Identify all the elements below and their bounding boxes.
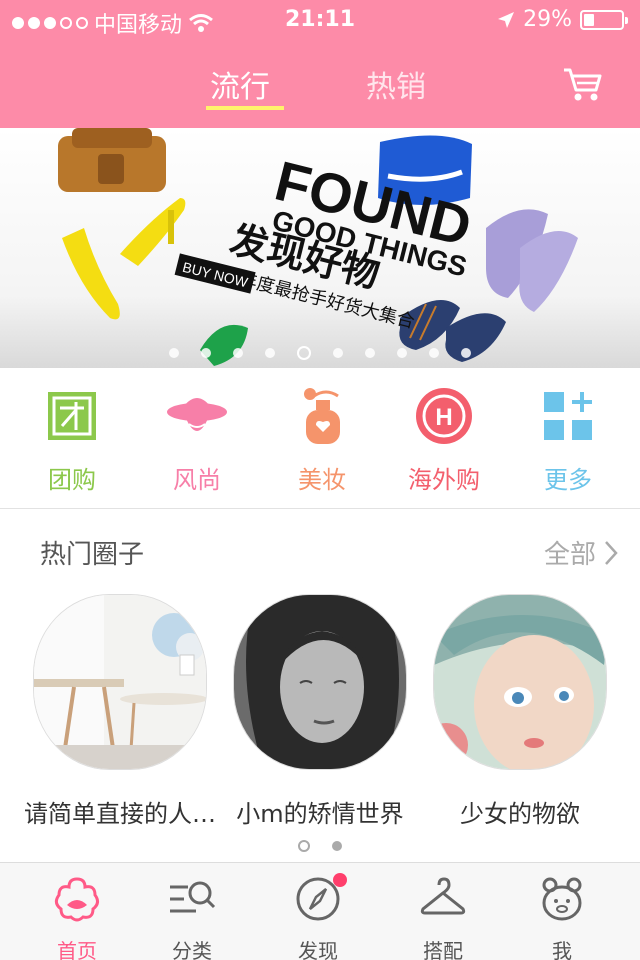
pager-dot[interactable]: [461, 348, 471, 358]
pager-dot[interactable]: [365, 348, 375, 358]
tab-label: 搭配: [423, 939, 463, 960]
hat-lady-icon: [167, 398, 227, 431]
pager-dot[interactable]: [169, 348, 179, 358]
circles-pager[interactable]: [0, 840, 640, 852]
pager-dot[interactable]: [429, 348, 439, 358]
circle-card[interactable]: 少女的物欲: [430, 594, 610, 828]
app-header: 中国移动 21:11 29% 流行 热销: [0, 0, 640, 128]
cart-icon[interactable]: [562, 64, 604, 104]
pager-dot[interactable]: [265, 348, 275, 358]
notification-badge: [333, 873, 347, 887]
status-bar: 中国移动 21:11 29%: [0, 0, 640, 40]
yellow-heels-image: [62, 198, 186, 320]
hanger-icon: [420, 877, 466, 915]
active-tab-underline: [206, 106, 284, 110]
battery-icon: [580, 9, 628, 30]
circle-caption: 小m的矫情世界: [236, 800, 404, 828]
tab-label: 发现: [298, 939, 338, 960]
home-flower-icon: [54, 877, 100, 922]
promo-banner[interactable]: FOUND GOOD THINGS 发现好物 年度最抢手好货大集合 BUY NO…: [0, 128, 640, 368]
circle-thumbnail: [33, 594, 207, 770]
category-label: 美妆: [298, 466, 346, 494]
tab-discover[interactable]: 发现: [263, 873, 373, 960]
category-search-icon: [170, 881, 216, 913]
lilac-flats-image: [486, 209, 578, 312]
circle-thumbnail: [233, 594, 407, 770]
category-label: 更多: [544, 466, 592, 494]
location-arrow-icon: [498, 11, 515, 28]
tab-label: 我: [552, 939, 572, 960]
svg-text:H: H: [435, 404, 452, 431]
circle-card[interactable]: 小m的矫情世界: [230, 594, 410, 828]
pager-dot[interactable]: [397, 348, 407, 358]
chevron-right-icon: [605, 540, 618, 565]
more-grid-icon: [544, 392, 592, 440]
tab-label: 分类: [172, 939, 212, 960]
category-more[interactable]: 更多: [508, 386, 628, 495]
bottom-tab-bar: 首页 分类 发现 搭配 我: [0, 862, 640, 960]
banner-pager[interactable]: [0, 346, 640, 360]
pager-dot[interactable]: [233, 348, 243, 358]
circle-caption: 请简单直接的人…: [24, 800, 216, 828]
tab-hot-sale[interactable]: 热销: [366, 62, 426, 106]
pager-dot[interactable]: [201, 348, 211, 358]
circle-card[interactable]: 请简单直接的人…: [24, 594, 216, 828]
battery-percent: 29%: [523, 7, 572, 32]
category-group-buy[interactable]: 团购: [12, 386, 132, 495]
pager-dot-active[interactable]: [297, 346, 311, 360]
tab-popular[interactable]: 流行: [210, 62, 270, 106]
tab-category[interactable]: 分类: [137, 875, 247, 960]
category-label: 风尚: [173, 466, 221, 494]
brown-bag-image: [58, 128, 166, 192]
pager-dot[interactable]: [332, 841, 342, 851]
circle-caption: 少女的物欲: [460, 800, 580, 828]
section-title-hot-circles: 热门圈子: [40, 540, 145, 570]
category-label: 团购: [48, 466, 96, 494]
perfume-icon: [304, 388, 340, 444]
section-divider: [0, 508, 640, 509]
category-row: 团购 风尚 美妆 H 海外购 更多: [0, 386, 640, 506]
bear-icon: [542, 877, 582, 921]
view-all-link[interactable]: 全部: [544, 534, 618, 571]
pager-dot-active[interactable]: [298, 840, 310, 852]
tab-me[interactable]: 我: [507, 875, 617, 960]
banner-artwork: FOUND GOOD THINGS 发现好物 年度最抢手好货大集合 BUY NO…: [58, 128, 578, 366]
tab-label: 首页: [57, 939, 97, 960]
circle-thumbnail: [433, 594, 607, 770]
category-label: 海外购: [408, 466, 480, 494]
group-buy-icon: [48, 392, 96, 440]
overseas-h-icon: H: [416, 388, 472, 444]
tab-outfit[interactable]: 搭配: [388, 875, 498, 960]
pager-dot[interactable]: [333, 348, 343, 358]
category-fashion[interactable]: 风尚: [137, 386, 257, 495]
tab-home[interactable]: 首页: [22, 875, 132, 960]
status-right: 29%: [497, 7, 628, 32]
category-overseas[interactable]: H 海外购: [384, 386, 504, 495]
view-all-label: 全部: [543, 540, 596, 570]
category-beauty[interactable]: 美妆: [262, 386, 382, 495]
